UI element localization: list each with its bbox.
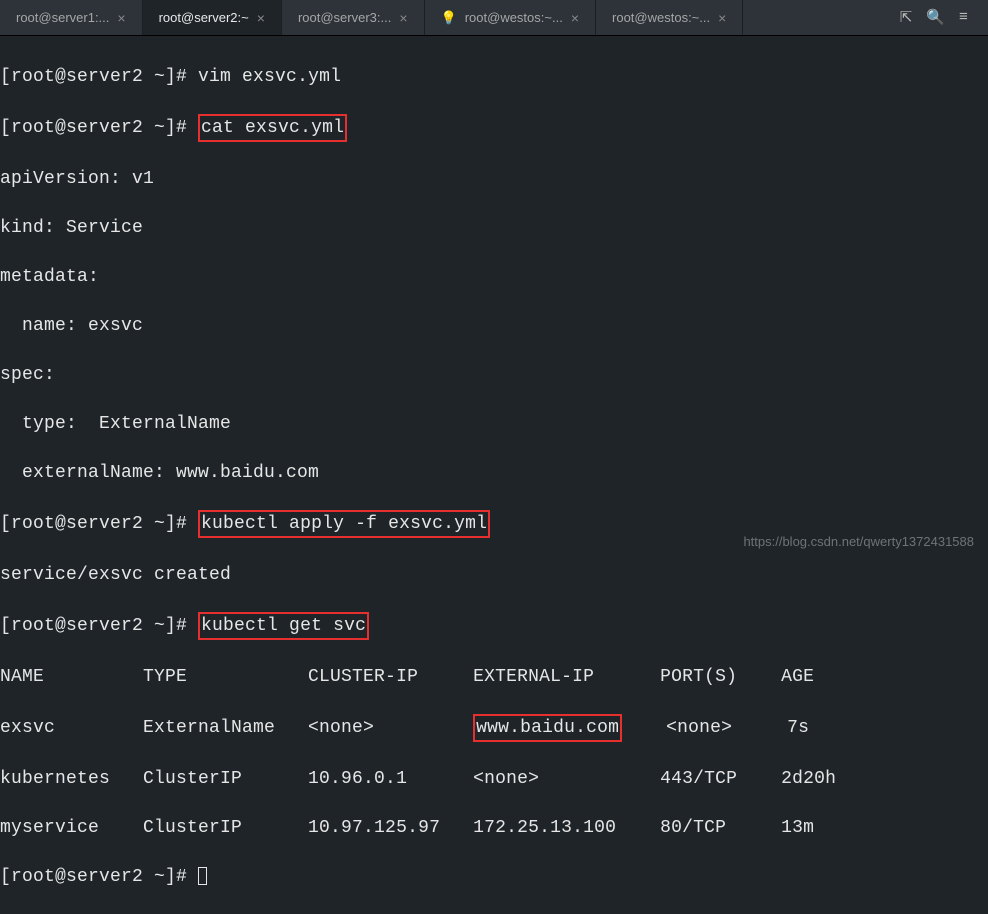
tab-bar: root@server1:... × root@server2:~ × root… [0,0,988,36]
table-row: exsvc ExternalName <none> www.baidu.com … [0,714,988,743]
tab-label: root@server2:~ [159,10,249,25]
yaml-line: apiVersion: v1 [0,167,988,192]
menu-icon[interactable]: ≡ [959,9,968,26]
download-icon[interactable]: ⇱ [900,8,913,27]
prompt: [root@server2 ~]# [0,118,198,138]
highlight-box: kubectl get svc [198,612,369,641]
tab-server2[interactable]: root@server2:~ × [143,0,282,35]
watermark: https://blog.csdn.net/qwerty1372431588 [743,534,974,549]
yaml-line: spec: [0,363,988,388]
prompt: [root@server2 ~]# [0,616,198,636]
yaml-line: metadata: [0,265,988,290]
yaml-line: type: ExternalName [0,412,988,437]
prompt: [root@server2 ~]# [0,514,198,534]
tab-label: root@server3:... [298,10,391,25]
command-text: vim exsvc.yml [198,67,341,87]
tab-westos2[interactable]: root@westos:~... × [596,0,743,35]
tab-server3[interactable]: root@server3:... × [282,0,425,35]
highlight-box: kubectl apply -f exsvc.yml [198,510,490,539]
table-row: kubernetes ClusterIP 10.96.0.1 <none> 44… [0,767,988,792]
yaml-line: kind: Service [0,216,988,241]
highlight-box: cat exsvc.yml [198,114,347,143]
yaml-line: name: exsvc [0,314,988,339]
tabbar-actions: ⇱ 🔍 ≡ [900,8,988,27]
cursor [198,867,207,885]
close-icon[interactable]: × [571,10,579,26]
tab-label: root@westos:~... [465,10,563,25]
command-text: kubectl apply -f exsvc.yml [201,514,487,534]
prompt: [root@server2 ~]# [0,867,198,887]
close-icon[interactable]: × [257,10,265,26]
tab-label: root@westos:~... [612,10,710,25]
command-text: cat exsvc.yml [201,118,344,138]
table-header: NAME TYPE CLUSTER-IP EXTERNAL-IP PORT(S)… [0,665,988,690]
tab-server1[interactable]: root@server1:... × [0,0,143,35]
tab-label: root@server1:... [16,10,109,25]
lightbulb-icon: 💡 [441,10,457,26]
output-line: service/exsvc created [0,563,988,588]
yaml-line: externalName: www.baidu.com [0,461,988,486]
close-icon[interactable]: × [399,10,407,26]
prompt: [root@server2 ~]# [0,67,198,87]
terminal-output[interactable]: [root@server2 ~]# vim exsvc.yml [root@se… [0,36,988,914]
close-icon[interactable]: × [117,10,125,26]
highlight-box: www.baidu.com [473,714,622,743]
command-text: kubectl get svc [201,616,366,636]
tab-westos1[interactable]: 💡 root@westos:~... × [425,0,596,35]
search-icon[interactable]: 🔍 [926,8,945,27]
table-row: myservice ClusterIP 10.97.125.97 172.25.… [0,816,988,841]
close-icon[interactable]: × [718,10,726,26]
